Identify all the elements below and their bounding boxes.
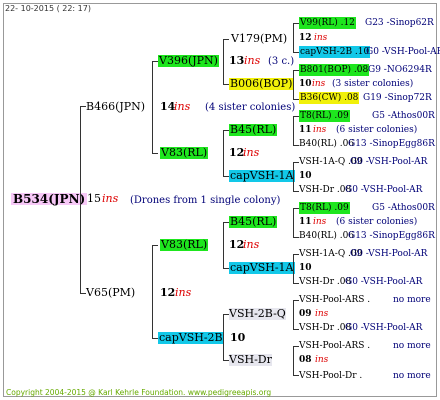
g4-22-left: 08 [299, 355, 312, 365]
g4-21-left[interactable]: VSH-Pool-ARS . [299, 340, 370, 352]
g4-13-ins: ins [313, 217, 327, 227]
sire-ins: ins [174, 100, 191, 113]
root-queen[interactable]: B534(JPN) [11, 193, 88, 205]
g4-10-left: 10 [299, 171, 312, 181]
sire-note: (4 sister colonies) [205, 102, 296, 113]
gen2-a[interactable]: V396(JPN) [158, 55, 219, 67]
root-ins: ins [102, 192, 119, 205]
g4-20-right: G0 -VSH-Pool-AR [345, 323, 423, 333]
g4-11-left[interactable]: VSH-Dr .08 [299, 184, 351, 196]
gen3-b2[interactable]: capVSH-1A [229, 170, 295, 182]
g4-8-left[interactable]: B40(RL) .06 [299, 138, 354, 150]
gen2-a-num: 13 [229, 54, 245, 67]
gen2-c-ins: ins [243, 238, 260, 251]
g4-0-left[interactable]: V99(RL) .12 [299, 17, 356, 29]
gen2-a-ins: ins [244, 54, 261, 67]
g4-2-left[interactable]: capVSH-2B .10 [299, 46, 371, 58]
dam-num: 12 [160, 286, 176, 299]
g4-19-left: 09 [299, 309, 312, 319]
g4-2-right: G0 -VSH-Pool-AR [366, 47, 440, 57]
g4-17-left[interactable]: VSH-Dr .08 [299, 276, 351, 288]
gen3-c2[interactable]: capVSH-1A [229, 262, 295, 274]
gen2-b-ins: ins [243, 146, 260, 159]
gen2-d[interactable]: capVSH-2B [158, 332, 224, 344]
g4-8-right: G13 -SinopEgg86R [348, 139, 435, 149]
g4-1-ins: ins [314, 33, 328, 43]
root-note: (Drones from 1 single colony) [130, 195, 281, 206]
g4-23-right: no more [393, 371, 431, 381]
date-stamp: 22- 10-2015 ( 22: 17) [5, 4, 91, 13]
gen3-b1[interactable]: B45(RL) [229, 124, 278, 136]
g4-5-left[interactable]: B36(CW) .08 [299, 92, 360, 104]
g4-13-note: (6 sister colonies) [336, 217, 418, 227]
g4-17-right: G0 -VSH-Pool-AR [345, 277, 423, 287]
gen3-d1[interactable]: VSH-2B-Q [229, 308, 286, 320]
g4-3-left[interactable]: B801(BOP) .08 [299, 64, 370, 76]
gen2-c[interactable]: V83(RL) [160, 239, 209, 251]
g4-18-left[interactable]: VSH-Pool-ARS . [299, 294, 370, 306]
gen2-b[interactable]: V83(RL) [160, 147, 209, 159]
g4-20-left[interactable]: VSH-Dr .08 [299, 322, 351, 334]
g4-6-left[interactable]: T8(RL) .09 [299, 110, 350, 122]
g4-14-left[interactable]: B40(RL) .06 [299, 230, 354, 242]
g4-13-left: 11 [299, 217, 312, 227]
gen3-a2[interactable]: B006(BOP) [229, 78, 294, 90]
gen3-c1[interactable]: B45(RL) [229, 216, 278, 228]
g4-21-right: no more [393, 341, 431, 351]
dam-ins: ins [175, 286, 192, 299]
g4-0-right: G23 -Sinop62R [365, 18, 434, 28]
gen3-a1[interactable]: V179(PM) [231, 33, 287, 45]
footer-copyright: Copyright 2004-2015 @ Karl Kehrle Founda… [6, 388, 272, 397]
g4-9-right: G0 -VSH-Pool-AR [350, 157, 428, 167]
gen2-a-note: (3 c.) [268, 56, 295, 67]
g4-14-right: G13 -SinopEgg86R [348, 231, 435, 241]
g4-7-ins: ins [313, 125, 327, 135]
g4-12-left[interactable]: T8(RL) .09 [299, 202, 350, 214]
gen2-d-num: 10 [230, 331, 246, 344]
g4-7-note: (6 sister colonies) [336, 125, 418, 135]
sire[interactable]: B466(JPN) [86, 101, 145, 113]
g4-6-right: G5 -Athos00R [372, 111, 435, 121]
g4-12-right: G5 -Athos00R [372, 203, 435, 213]
g4-23-left[interactable]: VSH-Pool-Dr . [299, 370, 362, 382]
g4-18-right: no more [393, 295, 431, 305]
g4-11-right: G0 -VSH-Pool-AR [345, 185, 423, 195]
root-num: 15 [87, 192, 101, 205]
g4-4-left: 10 [299, 79, 312, 89]
g4-7-left: 11 [299, 125, 312, 135]
g4-15-right: G0 -VSH-Pool-AR [350, 249, 428, 259]
g4-3-right: G9 -NO6294R [368, 65, 432, 75]
gen3-d2[interactable]: VSH-Dr [229, 354, 272, 366]
g4-4-ins: ins [312, 79, 326, 89]
g4-5-right: G19 -Sinop72R [363, 93, 432, 103]
g4-16-left: 10 [299, 263, 312, 273]
g4-22-ins: ins [315, 355, 329, 365]
g4-19-ins: ins [315, 309, 329, 319]
g4-1-left: 12 [299, 33, 312, 43]
dam[interactable]: V65(PM) [86, 287, 135, 299]
g4-4-note: (3 sister colonies) [332, 79, 414, 89]
